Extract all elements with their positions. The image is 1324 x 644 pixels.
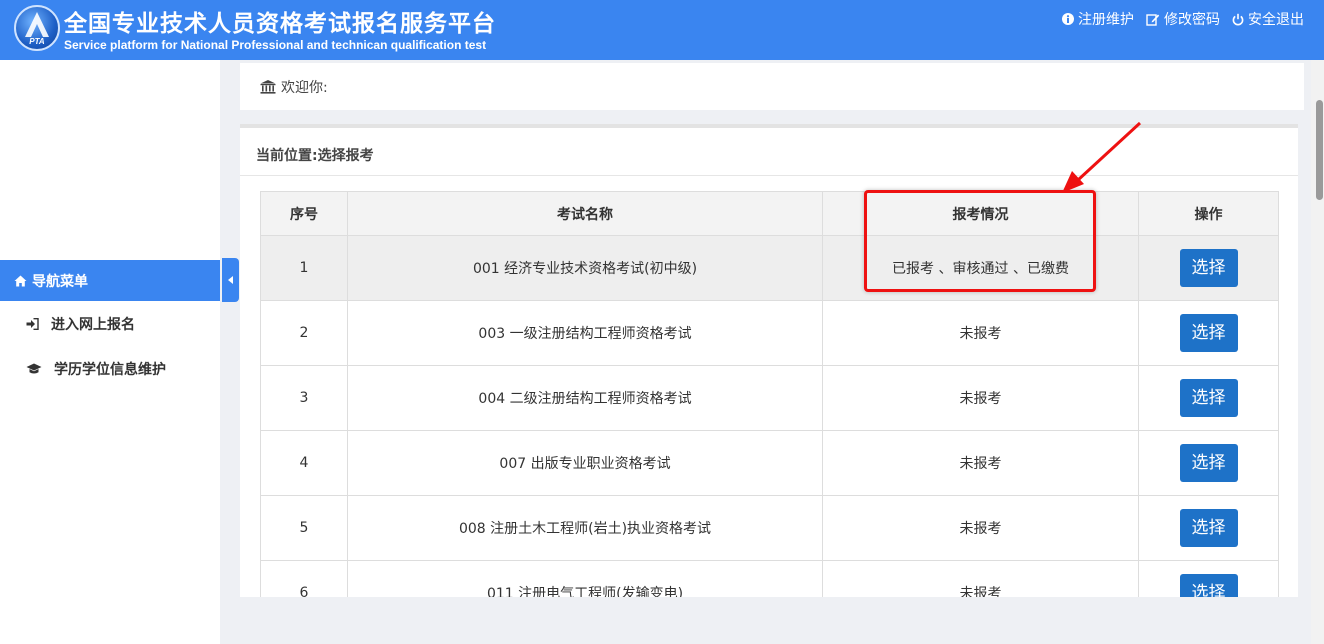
action-cell: 选择 [1138,300,1279,366]
exam-name: 011 注册电气工程师(发输变电) [347,560,823,597]
exam-name: 007 出版专业职业资格考试 [347,430,823,496]
registration-status: 未报考 [822,495,1139,561]
select-button[interactable]: 选择 [1179,444,1238,482]
action-cell: 选择 [1138,430,1279,496]
registration-status: 未报考 [822,430,1139,496]
bank-icon [260,79,276,94]
action-cell: 选择 [1138,235,1279,301]
scrollbar-thumb[interactable] [1316,100,1323,200]
sidebar-item-label: 进入网上报名 [51,317,135,333]
table-row: 5 008 注册土木工程师(岩土)执业资格考试 未报考 选择 [260,495,1279,561]
edit-icon [1146,13,1160,26]
app-title: 全国专业技术人员资格考试报名服务平台 [64,11,496,37]
exam-name: 003 一级注册结构工程师资格考试 [347,300,823,366]
action-cell: 选择 [1138,495,1279,561]
sidebar-item-degree-info[interactable]: 学历学位信息维护 [0,349,220,389]
power-icon [1232,13,1244,25]
svg-text:PTA: PTA [29,37,45,46]
table-row: 3 004 二级注册结构工程师资格考试 未报考 选择 [260,365,1279,431]
row-number: 2 [260,300,348,366]
graduation-cap-icon [26,363,42,374]
row-number: 6 [260,560,348,597]
table-header-row: 序号 考试名称 报考情况 操作 [260,191,1279,236]
column-header-no: 序号 [260,191,348,236]
action-cell: 选择 [1138,560,1279,597]
table-row: 2 003 一级注册结构工程师资格考试 未报考 选择 [260,300,1279,366]
sidebar: 导航菜单 进入网上报名 学历学位信息维护 [0,60,220,644]
registration-status: 未报考 [822,560,1139,597]
table-row: 4 007 出版专业职业资格考试 未报考 选择 [260,430,1279,496]
breadcrumb-prefix: 当前位置: [256,148,318,164]
exam-table: 序号 考试名称 报考情况 操作 1 001 经济专业技术资格考试(初中级) 已报… [260,191,1279,597]
sign-in-icon [26,318,39,330]
home-icon [14,275,27,286]
sidebar-item-label: 学历学位信息维护 [54,362,166,378]
breadcrumb: 当前位置:选择报考 [256,145,374,165]
sidebar-item-online-registration[interactable]: 进入网上报名 [0,304,220,344]
main-content: 当前位置:选择报考 序号 考试名称 报考情况 操作 1 001 经济专业技术资格… [240,124,1298,597]
pta-logo: PTA [14,5,60,51]
app-subtitle: Service platform for National Profession… [64,38,487,52]
select-button[interactable]: 选择 [1179,509,1238,547]
welcome-text: 欢迎你: [281,79,328,96]
breadcrumb-current: 选择报考 [317,148,374,164]
info-icon [1062,13,1074,25]
select-button[interactable]: 选择 [1179,379,1238,417]
column-header-exam-name: 考试名称 [347,191,823,236]
annotation-highlight-box [864,190,1096,292]
register-maintain-label: 注册维护 [1078,12,1134,28]
top-header: PTA 全国专业技术人员资格考试报名服务平台 Service platform … [0,0,1324,60]
select-button[interactable]: 选择 [1179,314,1238,352]
register-maintain-link[interactable]: 注册维护 [1062,9,1134,29]
top-links: 注册维护 修改密码 安全退出 [1062,9,1304,29]
table-row: 6 011 注册电气工程师(发输变电) 未报考 选择 [260,560,1279,597]
select-button[interactable]: 选择 [1179,249,1238,287]
caret-left-icon [227,276,233,284]
row-number: 4 [260,430,348,496]
logout-link[interactable]: 安全退出 [1232,9,1304,29]
exam-name: 004 二级注册结构工程师资格考试 [347,365,823,431]
nav-menu-title: 导航菜单 [32,273,88,290]
exam-name: 001 经济专业技术资格考试(初中级) [347,235,823,301]
exam-name: 008 注册土木工程师(岩土)执业资格考试 [347,495,823,561]
row-number: 3 [260,365,348,431]
change-password-link[interactable]: 修改密码 [1146,9,1220,29]
nav-menu-header[interactable]: 导航菜单 [0,260,220,301]
registration-status: 未报考 [822,365,1139,431]
select-button[interactable]: 选择 [1179,574,1238,597]
sidebar-collapse-toggle[interactable] [222,258,239,302]
welcome-panel: 欢迎你: [240,63,1304,110]
footer-area [220,597,1324,644]
table-row: 1 001 经济专业技术资格考试(初中级) 已报考 、审核通过 、已缴费 选择 [260,235,1279,301]
divider [240,175,1298,176]
row-number: 1 [260,235,348,301]
column-header-action: 操作 [1138,191,1279,236]
logout-label: 安全退出 [1248,12,1304,28]
row-number: 5 [260,495,348,561]
action-cell: 选择 [1138,365,1279,431]
registration-status: 未报考 [822,300,1139,366]
change-password-label: 修改密码 [1164,12,1220,28]
